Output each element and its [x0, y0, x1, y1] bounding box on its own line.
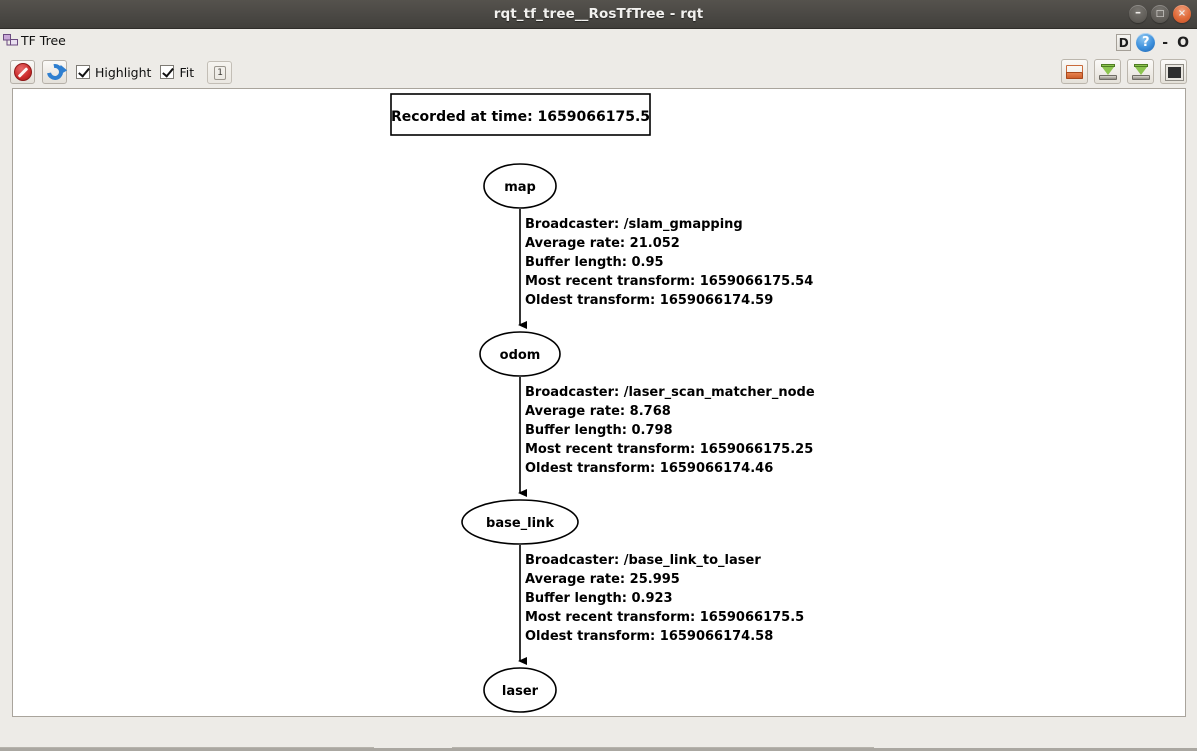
fit-in-view-button[interactable]: [1160, 59, 1187, 84]
tf-graph: Recorded at time: 1659066175.5 Broadcast…: [390, 93, 815, 713]
tf-node-label: base_link: [486, 516, 554, 531]
tf-node-laser[interactable]: laser: [483, 667, 557, 713]
plugin-minimize-button[interactable]: -: [1160, 35, 1170, 51]
tf-node-label: map: [504, 180, 536, 195]
edge-most-recent: Most recent transform: 1659066175.5: [525, 610, 804, 625]
refresh-button[interactable]: [42, 60, 67, 84]
save-dot-icon: [1099, 64, 1117, 80]
minimize-icon: –: [1135, 5, 1141, 19]
toolbar-right-group: [1061, 59, 1187, 84]
rqt-main-window: rqt_tf_tree__RosTfTree - rqt – □ × TF Tr…: [0, 0, 1197, 751]
tf-node-map[interactable]: map: [483, 163, 557, 209]
close-icon: ×: [1177, 8, 1187, 19]
tf-node-label: odom: [500, 348, 541, 363]
plugin-title-label: TF Tree: [21, 33, 66, 48]
folder-open-icon: [1066, 65, 1083, 79]
maximize-button[interactable]: □: [1151, 5, 1169, 23]
edge-oldest: Oldest transform: 1659066174.58: [525, 629, 773, 644]
window-controls: – □ ×: [1129, 5, 1191, 23]
tf-node-odom[interactable]: odom: [479, 331, 561, 377]
close-button[interactable]: ×: [1173, 5, 1191, 23]
plugin-toolbar: Highlight Fit 1: [0, 57, 1197, 87]
tf-graph-canvas[interactable]: Recorded at time: 1659066175.5 Broadcast…: [12, 88, 1186, 717]
refresh-icon: [43, 60, 67, 84]
window-title: rqt_tf_tree__RosTfTree - rqt: [493, 6, 704, 22]
edge-label-odom-baselink: Broadcaster: /laser_scan_matcher_node Av…: [525, 385, 815, 476]
edge-buffer-length: Buffer length: 0.798: [525, 423, 673, 438]
minimize-button[interactable]: –: [1129, 5, 1147, 23]
edge-average-rate: Average rate: 21.052: [525, 236, 680, 251]
maximize-icon: □: [1155, 9, 1165, 19]
tf-node-base-link[interactable]: base_link: [461, 499, 579, 545]
statusbar: [0, 718, 1197, 751]
edge-oldest: Oldest transform: 1659066174.46: [525, 461, 773, 476]
edge-broadcaster: Broadcaster: /laser_scan_matcher_node: [525, 385, 815, 400]
fit-checkbox-label: Fit: [179, 64, 195, 80]
timestamp-label: Recorded at time: 1659066175.5: [391, 109, 650, 125]
toolbar-left-group: Highlight Fit 1: [10, 60, 233, 84]
fit-checkbox[interactable]: Fit: [160, 65, 194, 80]
plugin-title-group: TF Tree: [3, 33, 66, 48]
edge-most-recent: Most recent transform: 1659066175.54: [525, 274, 813, 289]
timestamp-box: Recorded at time: 1659066175.5: [390, 93, 651, 136]
edge-broadcaster: Broadcaster: /base_link_to_laser: [525, 553, 761, 568]
fit-checkbox-box[interactable]: [160, 65, 175, 79]
save-image-icon: [1132, 64, 1150, 80]
edge-most-recent: Most recent transform: 1659066175.25: [525, 442, 813, 457]
help-icon[interactable]: ?: [1136, 33, 1156, 52]
tf-node-label: laser: [502, 684, 539, 699]
tf-tree-icon: [3, 33, 19, 48]
plugin-header-actions: D ? - O: [1116, 33, 1191, 52]
highlight-checkbox-label: Highlight: [95, 64, 152, 80]
edge-label-baselink-laser: Broadcaster: /base_link_to_laser Average…: [525, 553, 804, 644]
window-titlebar: rqt_tf_tree__RosTfTree - rqt – □ ×: [0, 0, 1197, 29]
plugin-header: TF Tree D ? - O: [0, 29, 1197, 57]
load-dot-button[interactable]: [1061, 59, 1088, 84]
edge-oldest: Oldest transform: 1659066174.59: [525, 293, 773, 308]
save-image-button[interactable]: [1127, 59, 1154, 84]
stop-refresh-button[interactable]: [10, 60, 35, 84]
highlight-checkbox-box[interactable]: [76, 65, 90, 79]
depth-value: 1: [214, 65, 227, 80]
edge-label-map-odom: Broadcaster: /slam_gmapping Average rate…: [525, 217, 813, 308]
edge-average-rate: Average rate: 8.768: [525, 404, 671, 419]
edge-broadcaster: Broadcaster: /slam_gmapping: [525, 217, 743, 232]
edge-buffer-length: Buffer length: 0.95: [525, 255, 664, 270]
stop-icon: [14, 63, 32, 81]
edge-average-rate: Average rate: 25.995: [525, 572, 680, 587]
save-dot-button[interactable]: [1094, 59, 1121, 84]
depth-button[interactable]: 1: [207, 60, 233, 84]
highlight-checkbox[interactable]: Highlight: [76, 65, 151, 80]
edge-buffer-length: Buffer length: 0.923: [525, 591, 673, 606]
screen-icon: [1165, 64, 1184, 81]
dock-toggle-button[interactable]: D: [1116, 34, 1132, 51]
plugin-close-button[interactable]: O: [1175, 35, 1191, 51]
